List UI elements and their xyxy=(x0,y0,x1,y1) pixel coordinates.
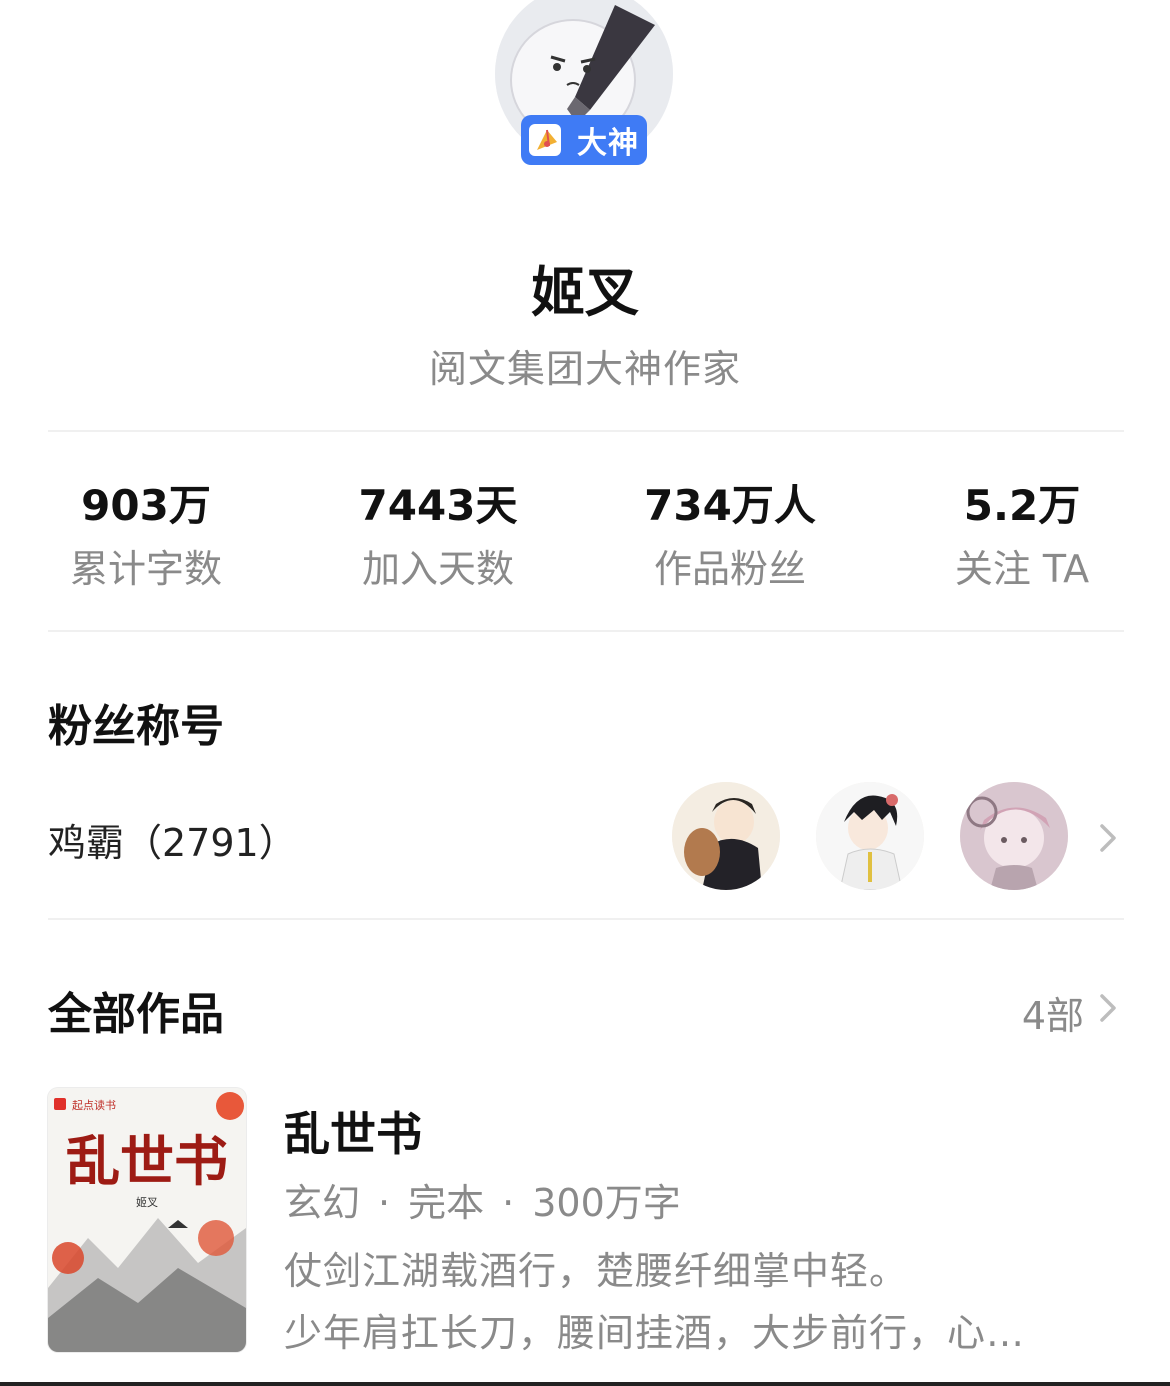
stat-label[interactable]: 关注 TA xyxy=(876,546,1168,592)
book-desc-line: 仗剑江湖载酒行，楚腰纤细掌中轻。 xyxy=(284,1249,909,1293)
book-description: 仗剑江湖载酒行，楚腰纤细掌中轻。 少年肩扛长刀，腰间挂酒，大步前行，心… xyxy=(284,1240,1104,1364)
author-name: 姬叉 xyxy=(531,261,639,324)
master-author-badge: 大神 xyxy=(521,115,647,165)
book-genre: 玄幻 xyxy=(284,1181,361,1225)
fan-avatar[interactable] xyxy=(816,782,924,890)
stat-value: 734万人 xyxy=(644,481,816,530)
stat-total-words: 903万 累计字数 xyxy=(0,480,292,592)
stat-label: 加入天数 xyxy=(361,547,514,591)
fan-title-name: 鸡霸（2791） xyxy=(48,821,297,865)
fan-section-title: 粉丝称号 xyxy=(48,701,224,752)
stat-label: 累计字数 xyxy=(69,547,222,591)
stat-fans: 734万人 作品粉丝 xyxy=(584,480,876,592)
book-cover[interactable]: 起点读书 乱世书 姬叉 xyxy=(48,1088,246,1352)
works-section-title: 全部作品 xyxy=(48,989,224,1040)
author-title: 阅文集团大神作家 xyxy=(428,347,741,391)
divider xyxy=(48,918,1124,920)
stat-value: 7443天 xyxy=(358,481,518,530)
pen-nib-icon xyxy=(529,124,561,156)
book-desc-line: 少年肩扛长刀，腰间挂酒，大步前行，心… xyxy=(284,1311,1026,1355)
works-count-link[interactable]: 4部 xyxy=(1022,985,1084,1040)
book-word-count: 300万字 xyxy=(532,1181,681,1225)
stat-value[interactable]: 5.2万 xyxy=(876,480,1168,532)
bottom-edge xyxy=(0,1382,1170,1386)
stat-follow[interactable]: 5.2万 关注 TA xyxy=(876,480,1168,592)
book-status: 完本 xyxy=(408,1181,485,1225)
chevron-right-icon[interactable] xyxy=(1094,820,1122,856)
meta-separator: · xyxy=(502,1181,515,1225)
cover-author: 姬叉 xyxy=(136,1196,158,1209)
cover-title: 乱世书 xyxy=(66,1129,228,1193)
fan-title-row[interactable]: 鸡霸（2791） xyxy=(0,780,1170,895)
book-meta: 玄幻 · 完本 · 300万字 xyxy=(284,1172,681,1227)
badge-label: 大神 xyxy=(577,126,639,161)
meta-separator: · xyxy=(378,1181,391,1225)
fan-avatar[interactable] xyxy=(672,782,780,890)
cover-publisher: 起点读书 xyxy=(72,1098,116,1112)
stat-value: 903万 xyxy=(81,481,211,530)
stat-days-joined: 7443天 加入天数 xyxy=(292,480,584,592)
book-title[interactable]: 乱世书 xyxy=(284,1098,422,1164)
fan-avatar[interactable] xyxy=(960,782,1068,890)
chevron-right-icon[interactable] xyxy=(1094,990,1122,1026)
stat-label: 作品粉丝 xyxy=(653,547,806,591)
author-avatar-container[interactable]: 大神 xyxy=(495,0,675,165)
divider xyxy=(48,630,1124,632)
author-stats: 903万 累计字数 7443天 加入天数 734万人 作品粉丝 5.2万 关注 … xyxy=(0,480,1170,610)
divider xyxy=(48,430,1124,432)
